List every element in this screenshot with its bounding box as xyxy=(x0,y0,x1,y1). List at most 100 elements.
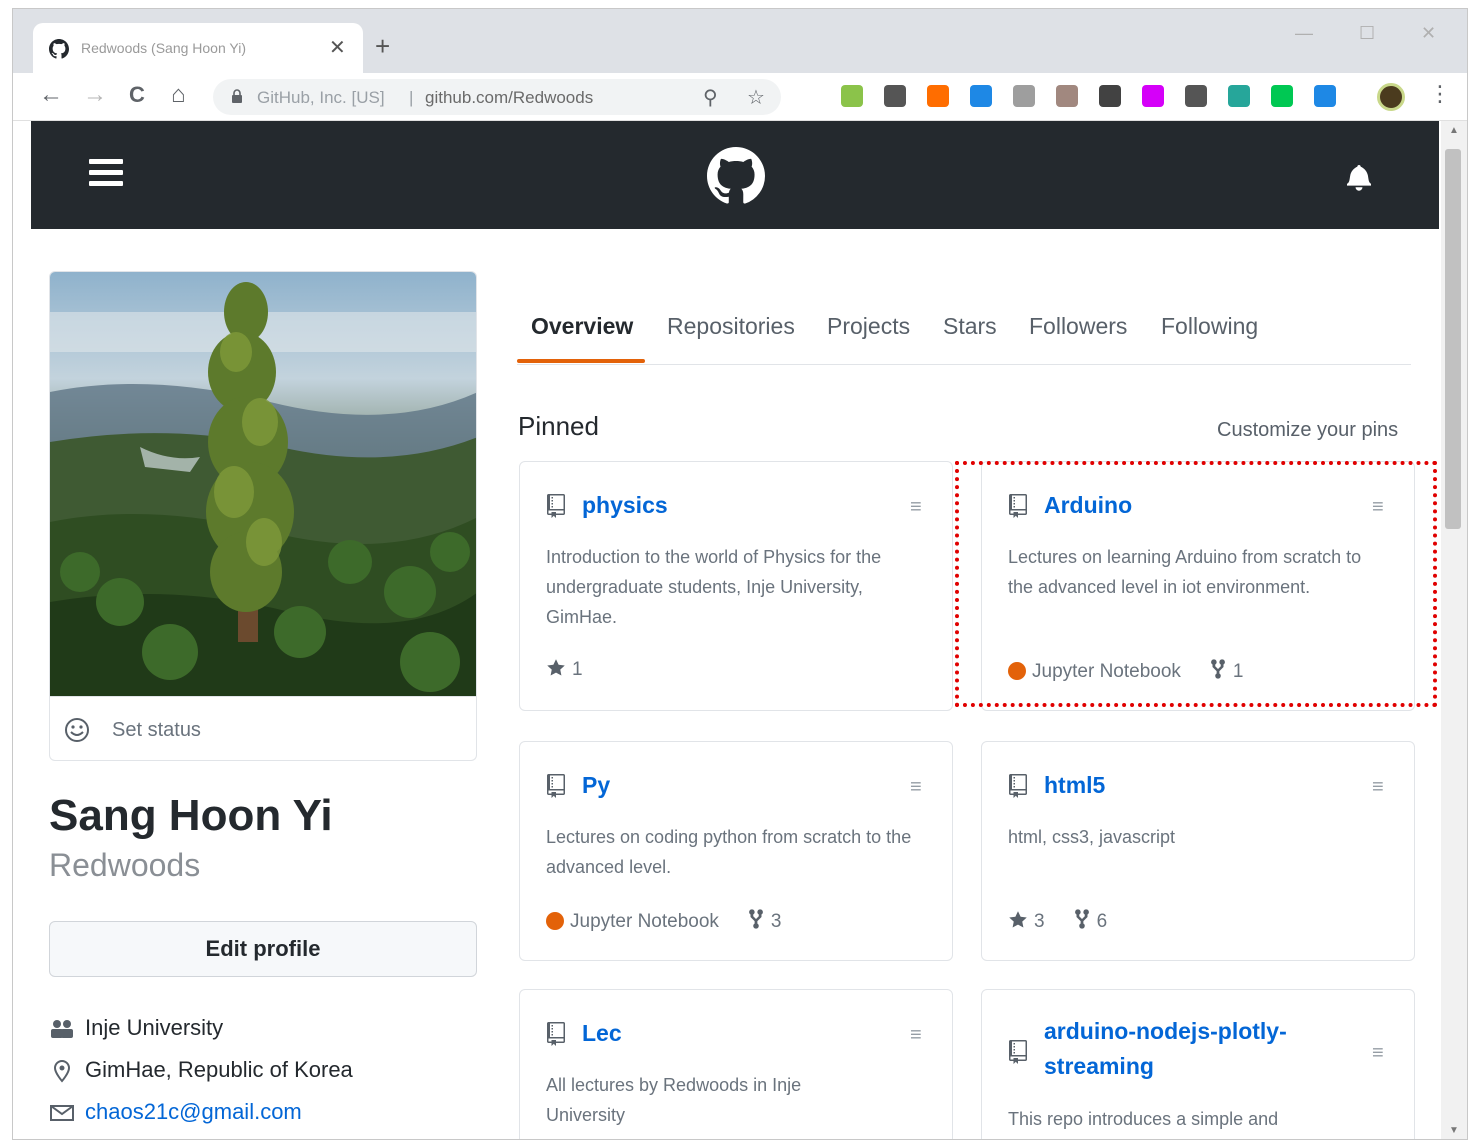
tab-title: Redwoods (Sang Hoon Yi) xyxy=(81,40,246,56)
minimize-icon[interactable]: — xyxy=(1295,23,1313,44)
drag-handle-icon[interactable]: ≡ xyxy=(910,1024,922,1047)
profile-username: Redwoods xyxy=(49,847,201,883)
repo-description: All lectures by Redwoods in Inje Univers… xyxy=(546,1075,802,1125)
profile-tabs: Overview Repositories Projects Stars Fol… xyxy=(517,299,1411,365)
repo-name-link[interactable]: Lec xyxy=(582,1020,622,1047)
profile-full-name: Sang Hoon Yi xyxy=(49,791,333,840)
tab-followers[interactable]: Followers xyxy=(1029,313,1127,379)
repo-description: html, css3, javascript xyxy=(1008,827,1176,847)
maximize-icon[interactable]: ☐ xyxy=(1359,23,1375,44)
pinned-repo-card: Lec ≡ All lectures by Redwoods in Inje U… xyxy=(519,989,953,1139)
email-link[interactable]: chaos21c@gmail.com xyxy=(85,1099,302,1124)
back-icon[interactable]: ← xyxy=(39,83,63,107)
repo-meta: 36 xyxy=(1008,908,1107,933)
repo-icon xyxy=(547,1022,565,1046)
url-text: github.com/Redwoods xyxy=(425,88,594,107)
star-count[interactable]: 3 xyxy=(1034,911,1045,932)
notifications-bell-icon[interactable] xyxy=(1347,163,1371,191)
forward-icon[interactable]: → xyxy=(83,83,107,107)
new-tab-icon[interactable]: + xyxy=(375,33,390,59)
organization-text: Inje University xyxy=(85,1015,224,1040)
redwood-photo xyxy=(50,272,476,696)
scroll-up-icon[interactable]: ▲ xyxy=(1449,125,1459,136)
drag-handle-icon[interactable]: ≡ xyxy=(1372,776,1384,799)
repo-name-link[interactable]: Py xyxy=(582,772,610,799)
tab-close-icon[interactable]: ✕ xyxy=(329,35,346,60)
reload-icon[interactable]: C xyxy=(129,83,145,107)
repo-description: This repo introduces a simple and xyxy=(1008,1109,1279,1129)
smiley-icon xyxy=(65,718,89,742)
fork-count[interactable]: 6 xyxy=(1097,911,1108,932)
repo-description: Introduction to the world of Physics for… xyxy=(546,547,882,627)
github-logo-icon[interactable] xyxy=(707,147,765,205)
repo-icon xyxy=(547,774,565,798)
repo-icon xyxy=(1009,774,1027,798)
zoom-icon[interactable]: ⚲ xyxy=(703,85,718,110)
customize-pins-link[interactable]: Customize your pins xyxy=(1217,419,1398,442)
location-row: GimHae, Republic of Korea xyxy=(49,1057,353,1083)
browser-extension-icon[interactable] xyxy=(1271,85,1293,107)
tab-following[interactable]: Following xyxy=(1161,313,1258,379)
repo-name-link[interactable]: arduino-nodejs-plotly-streaming xyxy=(1044,1014,1324,1084)
organization-icon xyxy=(51,1020,73,1039)
repo-meta: 1 xyxy=(546,658,583,681)
browser-window: Redwoods (Sang Hoon Yi) ✕ + — ☐ ✕ ← → C … xyxy=(12,8,1468,1140)
location-pin-icon xyxy=(53,1060,71,1083)
browser-menu-icon[interactable]: ⋮ xyxy=(1429,81,1451,107)
language-label: Jupyter Notebook xyxy=(570,911,719,932)
lock-icon xyxy=(232,89,242,103)
star-icon xyxy=(547,659,565,676)
browser-extension-icon[interactable] xyxy=(884,85,906,107)
browser-extension-icon[interactable] xyxy=(1185,85,1207,107)
fork-icon xyxy=(1074,909,1089,929)
tab-stars[interactable]: Stars xyxy=(943,313,997,379)
home-icon[interactable]: ⌂ xyxy=(171,83,186,107)
language-color-dot xyxy=(546,912,564,930)
tab-repositories[interactable]: Repositories xyxy=(667,313,795,379)
drag-handle-icon[interactable]: ≡ xyxy=(910,496,922,519)
repo-name-link[interactable]: html5 xyxy=(1044,772,1105,799)
browser-extension-icon[interactable] xyxy=(1314,85,1336,107)
profile-avatar-icon[interactable] xyxy=(1377,83,1405,111)
browser-extension-icon[interactable] xyxy=(927,85,949,107)
location-text: GimHae, Republic of Korea xyxy=(85,1057,353,1082)
scroll-thumb[interactable] xyxy=(1445,149,1461,529)
star-icon xyxy=(1009,911,1027,928)
pinned-repo-card: arduino-nodejs-plotly-streaming ≡ This r… xyxy=(981,989,1415,1139)
set-status-button[interactable]: Set status xyxy=(49,697,477,761)
window-close-icon[interactable]: ✕ xyxy=(1421,23,1436,44)
mail-icon xyxy=(50,1105,74,1122)
repo-icon xyxy=(1009,1040,1027,1064)
fork-count[interactable]: 3 xyxy=(771,911,782,932)
browser-extension-icon[interactable] xyxy=(1013,85,1035,107)
browser-extension-icon[interactable] xyxy=(970,85,992,107)
page-scrollbar[interactable]: ▲ ▼ xyxy=(1441,121,1467,1139)
set-status-label: Set status xyxy=(112,719,201,741)
repo-description: Lectures on coding python from scratch t… xyxy=(546,827,912,877)
star-count[interactable]: 1 xyxy=(572,659,583,680)
drag-handle-icon[interactable]: ≡ xyxy=(910,776,922,799)
browser-extension-icon[interactable] xyxy=(1228,85,1250,107)
github-favicon-icon xyxy=(49,39,69,59)
url-separator: | xyxy=(409,88,414,107)
scroll-down-icon[interactable]: ▼ xyxy=(1449,1125,1459,1136)
edit-profile-button[interactable]: Edit profile xyxy=(49,921,477,977)
browser-extension-icon[interactable] xyxy=(841,85,863,107)
address-bar[interactable]: GitHub, Inc. [US] | github.com/Redwoods … xyxy=(213,79,781,115)
drag-handle-icon[interactable]: ≡ xyxy=(1372,1042,1384,1065)
hamburger-menu-icon[interactable] xyxy=(89,159,123,187)
browser-toolbar: ← → C ⌂ GitHub, Inc. [US] | github.com/R… xyxy=(13,73,1467,121)
active-tab-underline xyxy=(517,359,645,363)
browser-extension-icon[interactable] xyxy=(1142,85,1164,107)
organization-row: Inje University xyxy=(49,1015,223,1041)
browser-extension-icon[interactable] xyxy=(1099,85,1121,107)
tab-projects[interactable]: Projects xyxy=(827,313,910,379)
pinned-repo-card: Py ≡ Lectures on coding python from scra… xyxy=(519,741,953,961)
tab-strip: Redwoods (Sang Hoon Yi) ✕ + — ☐ ✕ xyxy=(13,9,1467,73)
bookmark-star-icon[interactable]: ☆ xyxy=(747,85,765,110)
repo-name-link[interactable]: physics xyxy=(582,492,668,519)
profile-avatar-image[interactable] xyxy=(49,271,477,697)
browser-tab[interactable]: Redwoods (Sang Hoon Yi) ✕ xyxy=(33,23,363,73)
browser-extension-icon[interactable] xyxy=(1056,85,1078,107)
tab-overview[interactable]: Overview xyxy=(531,313,633,379)
